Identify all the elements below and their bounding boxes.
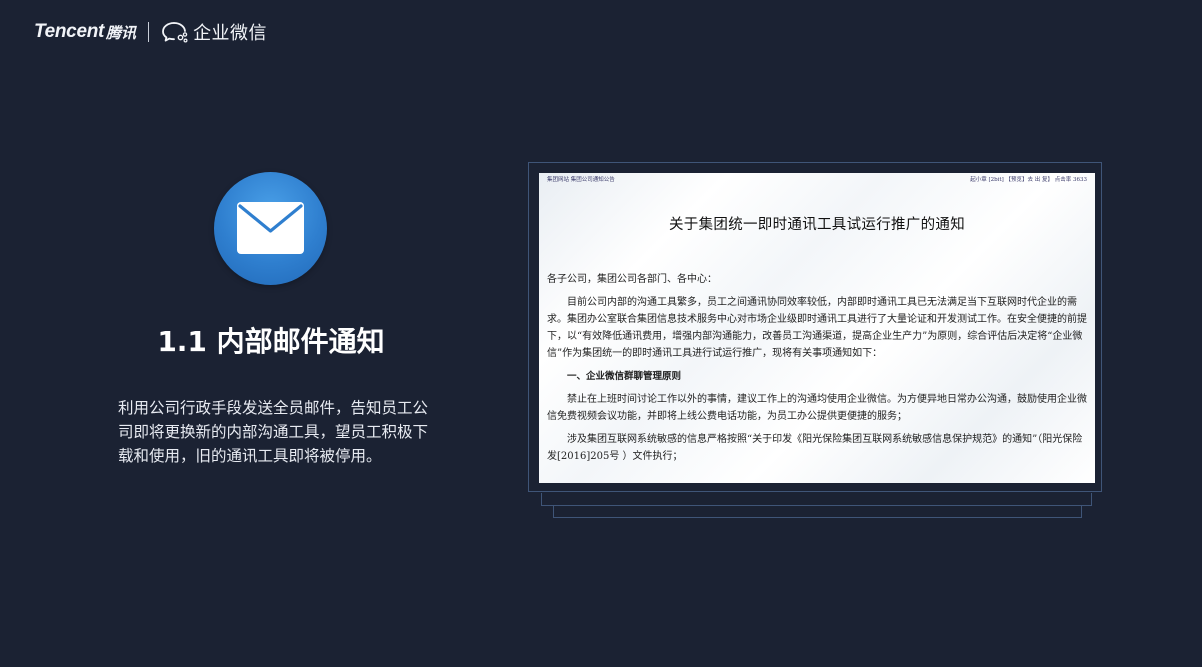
document-topbar: 集团网站 集团公司通知公告 起小章 [2bit] 【预览】去 出 复】 点击率 … (547, 175, 1087, 185)
frame-stack-back (553, 505, 1082, 518)
brand-logo: Tencent 腾讯 企业微信 (34, 20, 267, 44)
document-breadcrumb: 集团网站 集团公司通知公告 (547, 177, 615, 183)
envelope-icon (237, 202, 304, 254)
wework-chat-icon (162, 22, 188, 43)
document-paragraph: 目前公司内部的沟通工具繁多，员工之间通讯协同效率较低，内部即时通讯工具已无法满足… (547, 297, 1087, 359)
document-paragraph: 涉及集团互联网系统敏感的信息严格按照“关于印发《阳光保险集团互联网系统敏感信息保… (547, 434, 1083, 462)
document-title: 关于集团统一即时通讯工具试运行推广的通知 (669, 217, 965, 233)
document-meta: 起小章 [2bit] 【预览】去 出 复】 点击率 3633 (970, 177, 1087, 183)
section-title: 1.1 内部邮件通知 (157, 325, 385, 358)
brand-divider (148, 22, 150, 42)
document-body: 各子公司，集团公司各部门、各中心： 目前公司内部的沟通工具繁多，员工之间通讯协同… (547, 271, 1089, 465)
tencent-logo-cn: 腾讯 (106, 23, 137, 42)
frame-stack-middle (541, 493, 1092, 506)
document-paragraph: 禁止在上班时间讨论工作以外的事情，建议工作上的沟通均使用企业微信。为方便异地日常… (547, 394, 1087, 422)
wework-product-name: 企业微信 (193, 23, 268, 44)
document-heading: 一、企业微信群聊管理原则 (567, 371, 682, 382)
mail-icon (214, 172, 327, 285)
document-salutation: 各子公司，集团公司各部门、各中心： (547, 274, 717, 285)
tencent-logo-text: Tencent (34, 21, 105, 42)
notice-document-screenshot: 集团网站 集团公司通知公告 起小章 [2bit] 【预览】去 出 复】 点击率 … (539, 173, 1095, 483)
document-frame: 集团网站 集团公司通知公告 起小章 [2bit] 【预览】去 出 复】 点击率 … (528, 162, 1102, 492)
section-description: 利用公司行政手段发送全员邮件，告知员工公司即将更换新的内部沟通工具，望员工积极下… (118, 399, 429, 465)
